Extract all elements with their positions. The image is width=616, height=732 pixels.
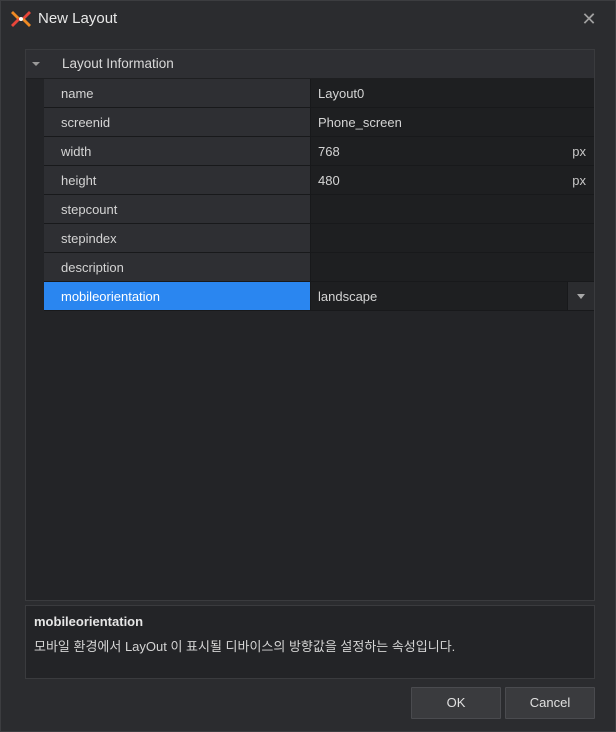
property-value-cell[interactable]: Phone_screen: [311, 108, 594, 136]
property-name-cell[interactable]: name: [44, 79, 311, 107]
property-row-name[interactable]: name Layout0: [44, 79, 594, 108]
chevron-down-icon: [577, 294, 585, 299]
group-label: Layout Information: [62, 56, 174, 71]
property-name-cell[interactable]: height: [44, 166, 311, 194]
property-name: stepindex: [61, 231, 117, 246]
property-value-cell[interactable]: 768 px: [311, 137, 594, 165]
property-row-description[interactable]: description: [44, 253, 594, 282]
property-grid: Layout Information name Layout0 screenid…: [25, 49, 595, 601]
new-layout-dialog: New Layout ✕ Layout Information name Lay…: [0, 0, 616, 732]
property-name-cell[interactable]: width: [44, 137, 311, 165]
dropdown-button[interactable]: [567, 282, 594, 310]
property-name: width: [61, 144, 92, 159]
group-header-layout-information[interactable]: Layout Information: [26, 50, 594, 79]
description-panel: mobileorientation 모바일 환경에서 LayOut 이 표시될 …: [25, 605, 595, 679]
collapse-arrow-icon[interactable]: [30, 58, 42, 70]
app-logo-icon: [11, 9, 31, 29]
unit-label: px: [572, 173, 586, 188]
title-bar: New Layout ✕: [1, 1, 615, 37]
property-name-cell[interactable]: mobileorientation: [44, 282, 311, 310]
ok-button[interactable]: OK: [411, 687, 501, 719]
property-value-cell[interactable]: [311, 224, 594, 252]
property-name: name: [61, 86, 94, 101]
property-name: height: [61, 173, 97, 188]
property-value-cell[interactable]: Layout0: [311, 79, 594, 107]
property-value: Phone_screen: [318, 115, 402, 130]
close-icon: ✕: [581, 9, 597, 29]
property-row-width[interactable]: width 768 px: [44, 137, 594, 166]
dialog-title: New Layout: [38, 10, 118, 27]
unit-label: px: [572, 144, 586, 159]
property-value-cell[interactable]: [311, 253, 594, 281]
orientation-select[interactable]: landscape: [311, 282, 594, 310]
property-name-cell[interactable]: stepcount: [44, 195, 311, 223]
property-value: 768: [318, 144, 340, 159]
property-name: screenid: [61, 115, 111, 130]
property-row-stepindex[interactable]: stepindex: [44, 224, 594, 253]
property-name-cell[interactable]: stepindex: [44, 224, 311, 252]
property-name: mobileorientation: [61, 289, 161, 304]
property-row-stepcount[interactable]: stepcount: [44, 195, 594, 224]
cancel-button[interactable]: Cancel: [505, 687, 595, 719]
property-name-cell[interactable]: description: [44, 253, 311, 281]
property-name: stepcount: [61, 202, 118, 217]
property-name-cell[interactable]: screenid: [44, 108, 311, 136]
property-value-cell[interactable]: [311, 195, 594, 223]
property-value: Layout0: [318, 86, 365, 101]
close-button[interactable]: ✕: [579, 9, 599, 29]
property-value-cell[interactable]: 480 px: [311, 166, 594, 194]
property-row-screenid[interactable]: screenid Phone_screen: [44, 108, 594, 137]
property-value: 480: [318, 173, 340, 188]
property-row-mobileorientation[interactable]: mobileorientation landscape: [44, 282, 594, 311]
description-title: mobileorientation: [34, 614, 144, 629]
property-name: description: [61, 260, 124, 275]
property-value: landscape: [318, 289, 378, 304]
description-text: 모바일 환경에서 LayOut 이 표시될 디바이스의 방향값을 설정하는 속성…: [34, 639, 456, 654]
property-row-height[interactable]: height 480 px: [44, 166, 594, 195]
